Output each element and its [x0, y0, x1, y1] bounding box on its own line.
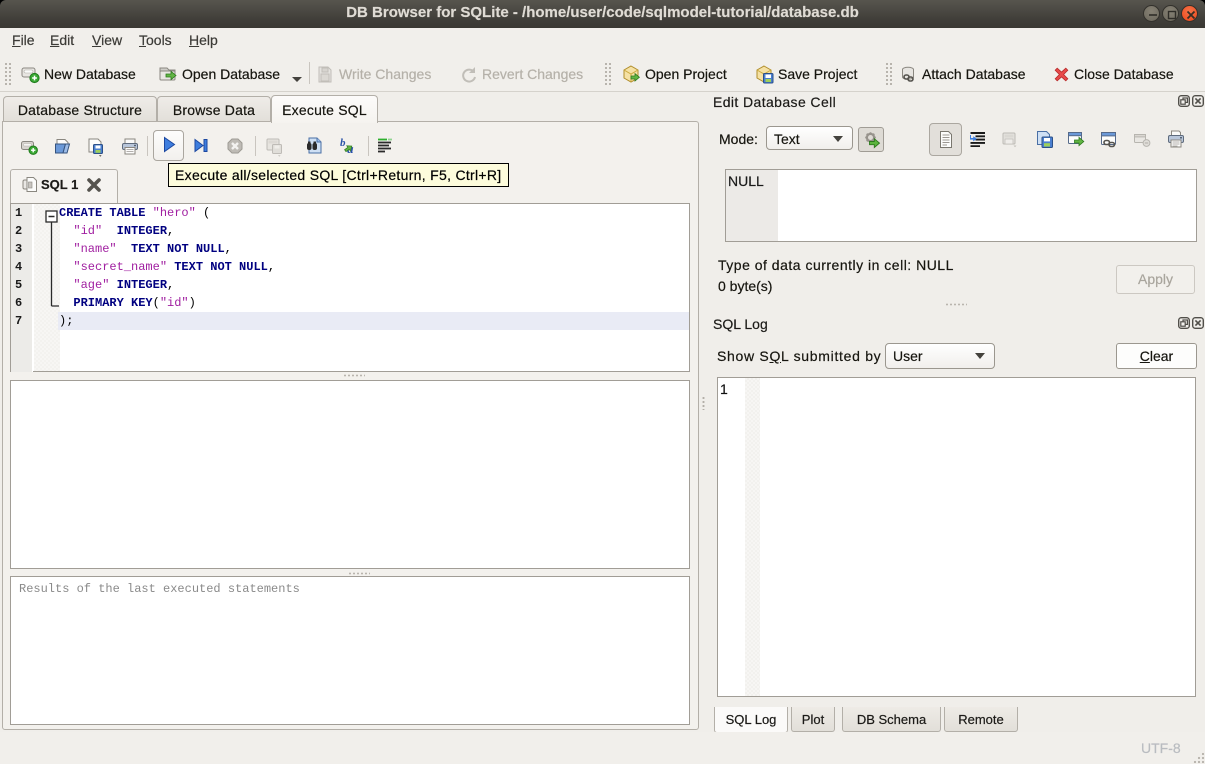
svg-text:b: b	[340, 137, 346, 149]
